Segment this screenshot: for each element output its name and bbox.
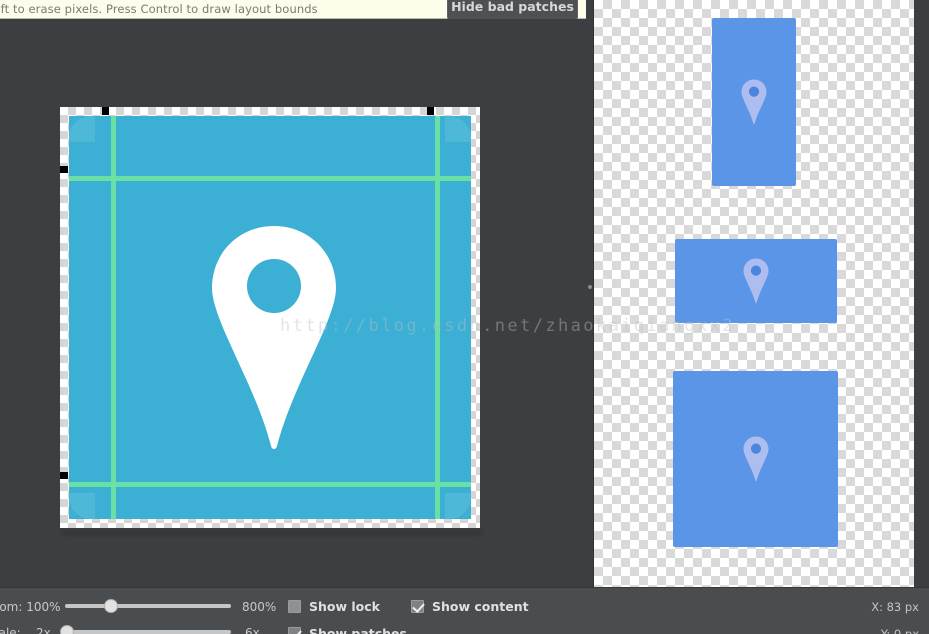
editor-canvas[interactable] — [0, 19, 588, 587]
panel-splitter[interactable] — [586, 0, 594, 587]
patch-handle-left-top[interactable] — [60, 166, 68, 173]
draw-9patch-window: hift to erase pixels. Press Control to d… — [0, 0, 929, 634]
patch-handle-top-right[interactable] — [427, 107, 434, 115]
cursor-y-readout: Y: 0 px — [880, 627, 919, 634]
scale-min-label: 2x — [36, 626, 51, 634]
checkbox-box-checked[interactable] — [411, 600, 424, 613]
stretch-guide-bottom[interactable] — [69, 482, 471, 487]
zoom-slider-thumb[interactable] — [104, 599, 118, 613]
show-patches-label: Show patches — [309, 626, 407, 634]
map-pin-icon-preview-square — [743, 436, 769, 482]
preview-square — [673, 371, 838, 547]
map-pin-icon-preview-tall — [741, 79, 767, 125]
corner-highlight-tl — [69, 116, 95, 142]
corner-highlight-br — [445, 493, 471, 519]
show-patches-checkbox[interactable]: Show patches — [288, 626, 407, 634]
preview-wide — [675, 239, 837, 323]
scale-slider-thumb[interactable] — [60, 625, 74, 634]
hint-message: hift to erase pixels. Press Control to d… — [0, 2, 318, 16]
show-content-label: Show content — [432, 599, 529, 614]
show-lock-label: Show lock — [309, 599, 380, 614]
stretch-guide-top[interactable] — [69, 176, 471, 181]
show-content-checkbox[interactable]: Show content — [411, 599, 529, 614]
map-pin-icon — [212, 226, 336, 449]
splitter-grip-dot — [588, 285, 592, 289]
preview-scrollbar[interactable] — [914, 0, 929, 587]
checkbox-box-unchecked[interactable] — [288, 600, 301, 613]
bottom-control-bar: oom: 100% 800% cale: 2x 6x Show lock Sho… — [0, 587, 929, 634]
zoom-slider-track[interactable] — [65, 604, 231, 608]
corner-highlight-bl — [69, 493, 95, 519]
patch-handle-top-left[interactable] — [102, 107, 109, 115]
nine-patch-image[interactable] — [60, 107, 480, 528]
scale-slider-track[interactable] — [60, 630, 231, 634]
hide-bad-patches-button[interactable]: Hide bad patches — [447, 0, 578, 20]
zoom-max-label: 800% — [242, 600, 277, 614]
scale-label: cale: — [0, 626, 21, 634]
show-lock-checkbox[interactable]: Show lock — [288, 599, 380, 614]
preview-tall — [712, 18, 796, 186]
corner-highlight-tr — [445, 116, 471, 142]
zoom-label: oom: 100% — [0, 600, 61, 614]
scale-max-label: 6x — [245, 626, 260, 634]
canvas-shadow — [62, 531, 482, 535]
cursor-x-readout: X: 83 px — [871, 600, 919, 614]
patch-handle-left-bottom[interactable] — [60, 472, 68, 479]
zoom-slider[interactable] — [65, 599, 231, 613]
map-pin-icon-preview-wide — [743, 258, 769, 304]
source-artwork[interactable] — [69, 116, 471, 519]
scale-slider[interactable] — [60, 625, 231, 634]
preview-panel[interactable] — [594, 0, 914, 587]
checkbox-box-checked[interactable] — [288, 627, 301, 634]
